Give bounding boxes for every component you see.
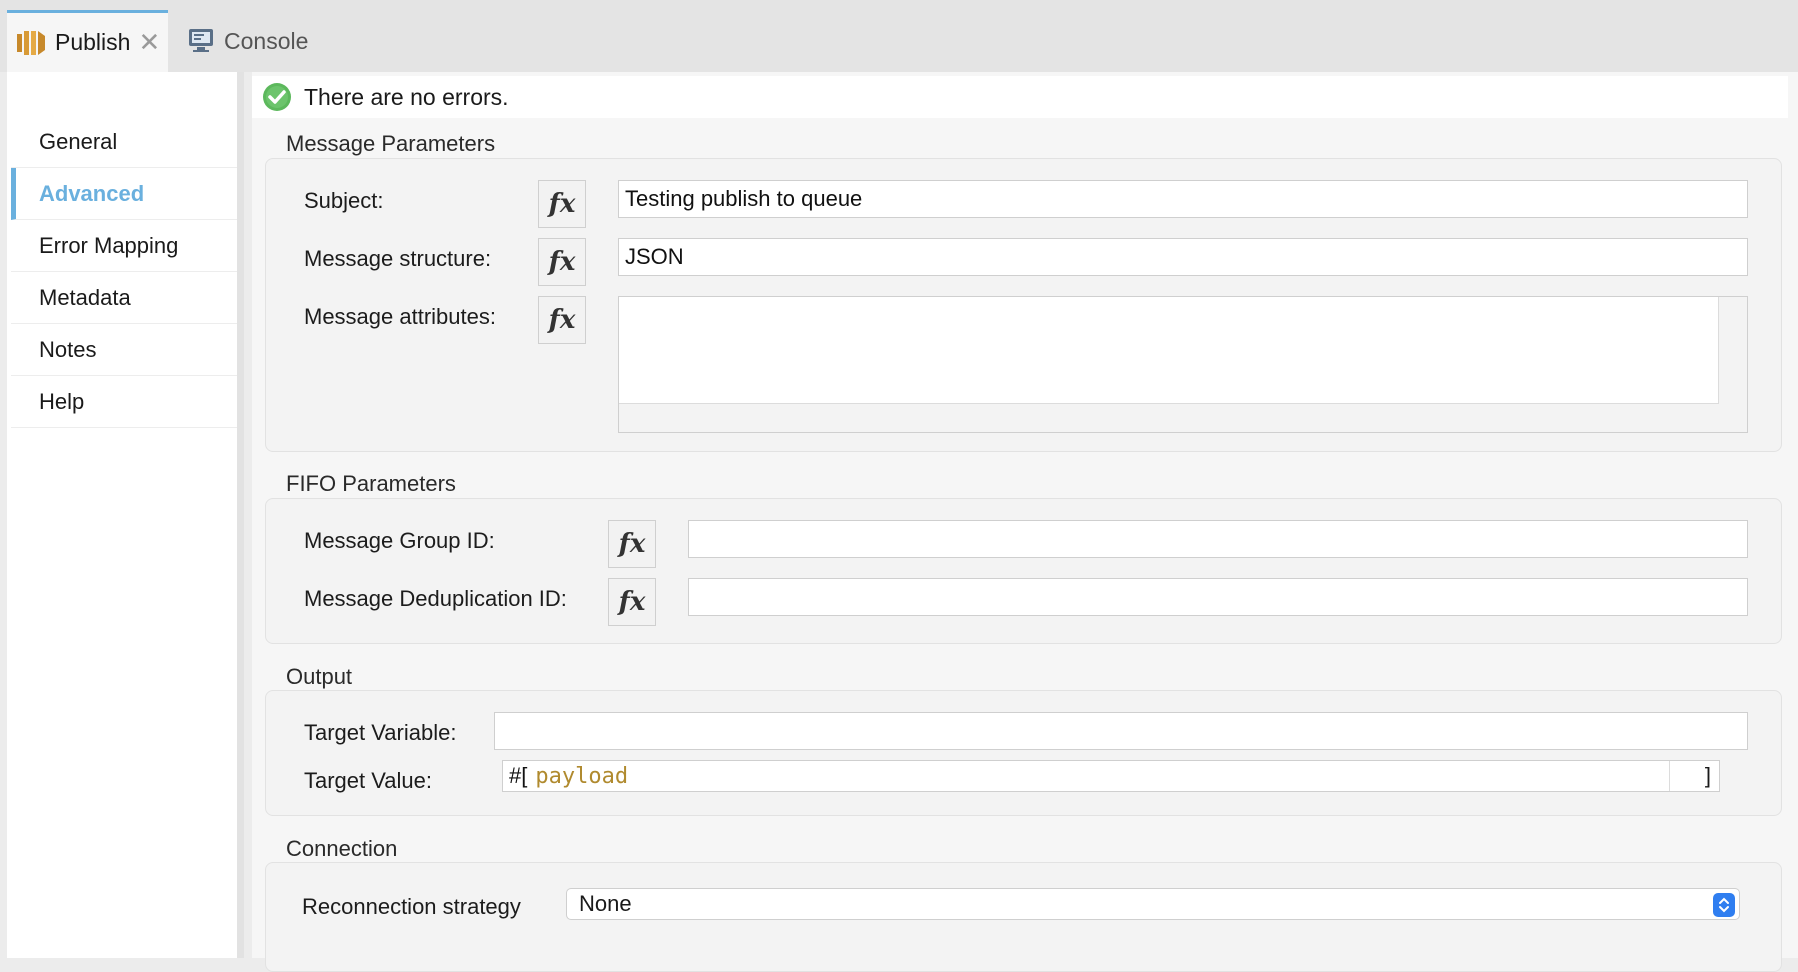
chevron-up-down-icon[interactable] bbox=[1713, 893, 1735, 917]
sidebar-item-label: Error Mapping bbox=[39, 232, 179, 258]
section-title-fifo-parameters: FIFO Parameters bbox=[286, 471, 456, 496]
message-group-id-label: Message Group ID: bbox=[304, 528, 495, 553]
sidebar-item-label: General bbox=[39, 128, 118, 154]
sidebar-item-label: Notes bbox=[39, 336, 97, 362]
message-dedup-id-fx-button[interactable]: fx bbox=[608, 578, 656, 626]
subject-input[interactable]: Testing publish to queue bbox=[618, 180, 1748, 218]
message-attributes-fx-button[interactable]: fx bbox=[538, 296, 586, 344]
sidebar-item-notes[interactable]: Notes bbox=[11, 324, 237, 376]
message-dedup-id-label: Message Deduplication ID: bbox=[304, 586, 567, 611]
sidebar-item-general[interactable]: General bbox=[11, 116, 237, 168]
message-attributes-label: Message attributes: bbox=[304, 304, 496, 329]
expression-open-bracket: #[ bbox=[509, 763, 528, 788]
expression-code[interactable]: payload bbox=[535, 764, 628, 789]
properties-sidebar: General Advanced Error Mapping Metadata … bbox=[7, 72, 237, 958]
sidebar-item-advanced[interactable]: Advanced bbox=[11, 168, 237, 220]
message-group-id-input[interactable] bbox=[688, 520, 1748, 558]
tab-publish-label: Publish bbox=[55, 29, 131, 55]
console-icon bbox=[186, 27, 216, 55]
reconnection-strategy-value: None bbox=[579, 891, 632, 916]
target-variable-input[interactable] bbox=[494, 712, 1748, 750]
sidebar-item-error-mapping[interactable]: Error Mapping bbox=[11, 220, 237, 272]
message-attributes-text[interactable] bbox=[619, 297, 1719, 404]
close-icon[interactable]: ✕ bbox=[138, 27, 160, 58]
target-value-expression-input[interactable]: #[ payload ] bbox=[502, 760, 1720, 792]
publish-connector-icon bbox=[15, 28, 47, 58]
target-variable-label: Target Variable: bbox=[304, 720, 457, 745]
sidebar-splitter[interactable] bbox=[237, 72, 244, 958]
message-attributes-textarea[interactable] bbox=[618, 296, 1748, 433]
reconnection-strategy-label: Reconnection strategy bbox=[302, 894, 521, 919]
sidebar-item-help[interactable]: Help bbox=[11, 376, 237, 428]
section-title-output: Output bbox=[286, 664, 353, 689]
message-group-id-fx-button[interactable]: fx bbox=[608, 520, 656, 568]
section-title-message-parameters: Message Parameters bbox=[286, 131, 496, 156]
target-value-label: Target Value: bbox=[304, 768, 433, 793]
subject-fx-button[interactable]: fx bbox=[538, 180, 586, 228]
reconnection-strategy-select[interactable]: None bbox=[566, 888, 1740, 920]
message-structure-label: Message structure: bbox=[304, 246, 492, 271]
status-text: There are no errors. bbox=[304, 83, 509, 110]
sidebar-item-metadata[interactable]: Metadata bbox=[11, 272, 237, 324]
sidebar-item-label: Metadata bbox=[39, 284, 131, 310]
tab-console[interactable]: Console bbox=[180, 10, 340, 72]
subject-label: Subject: bbox=[304, 188, 384, 213]
section-title-connection: Connection bbox=[286, 836, 398, 861]
expression-close-bracket: ] bbox=[1669, 761, 1719, 791]
message-structure-fx-button[interactable]: fx bbox=[538, 238, 586, 286]
message-structure-input[interactable]: JSON bbox=[618, 238, 1748, 276]
tab-publish[interactable]: Publish ✕ bbox=[7, 10, 168, 72]
sidebar-item-label: Advanced bbox=[39, 180, 145, 206]
validation-status: There are no errors. bbox=[252, 76, 1788, 118]
message-dedup-id-input[interactable] bbox=[688, 578, 1748, 616]
tab-console-label: Console bbox=[224, 27, 309, 54]
sidebar-item-label: Help bbox=[39, 388, 85, 414]
output-group bbox=[265, 690, 1782, 816]
success-check-icon bbox=[262, 82, 292, 112]
editor-tab-bar: Publish ✕ Console bbox=[0, 0, 1798, 72]
